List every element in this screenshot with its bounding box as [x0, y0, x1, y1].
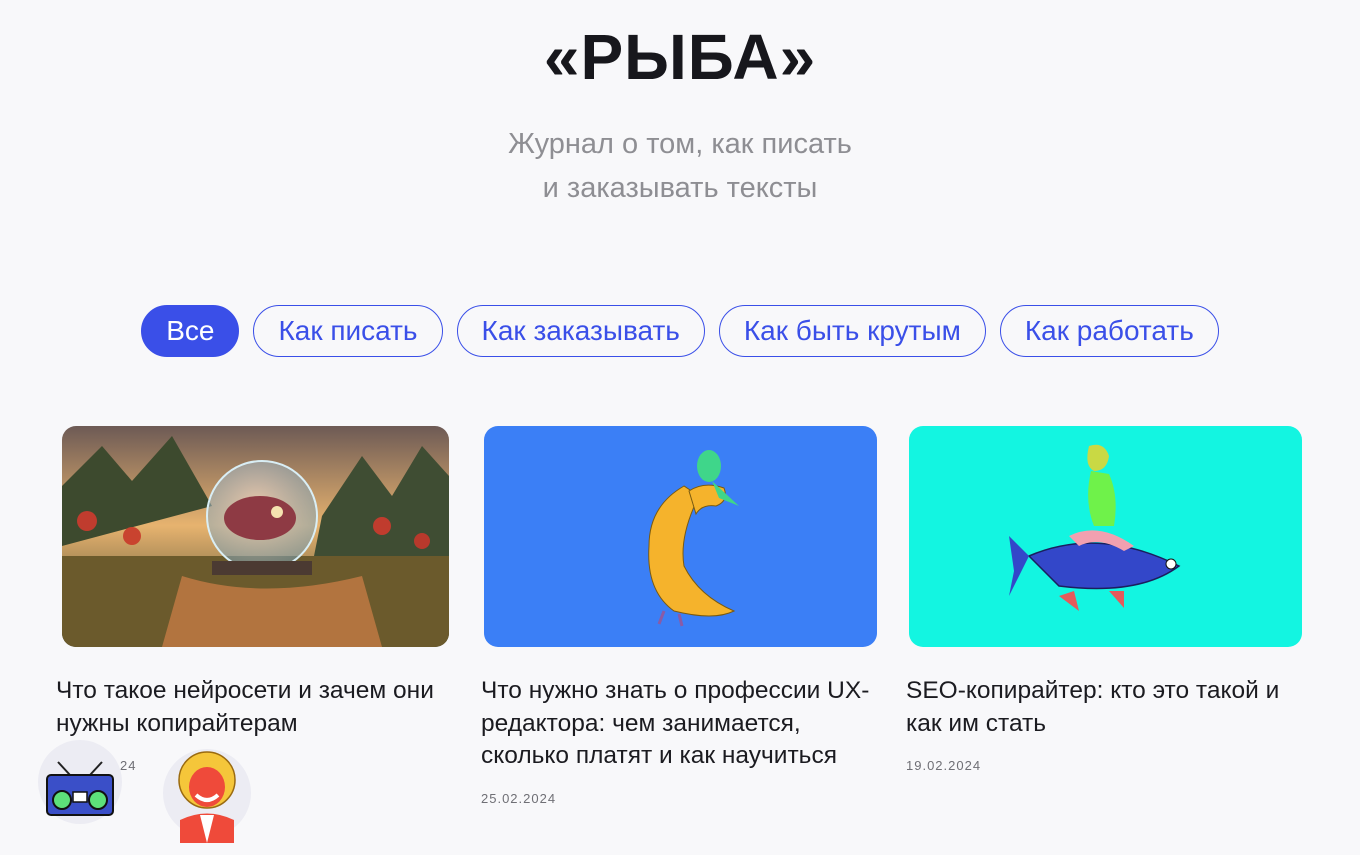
boombox-sticker-icon[interactable] — [30, 740, 130, 830]
subtitle-line-2: и заказывать тексты — [542, 172, 818, 204]
article-image-diver-fish[interactable] — [909, 426, 1302, 647]
article-card[interactable]: Что такое нейросети и зачем они нужны ко… — [56, 426, 451, 773]
article-card[interactable]: SEO-копирайтер: кто это такой и как им с… — [906, 426, 1306, 773]
page-subtitle: Журнал о том, как писать и заказывать те… — [0, 122, 1360, 210]
article-title[interactable]: SEO-копирайтер: кто это такой и как им с… — [906, 675, 1306, 740]
article-date: 19.02.2024 — [906, 758, 982, 773]
filter-how-to-order[interactable]: Как заказывать — [456, 305, 705, 357]
laughing-woman-sticker-icon[interactable] — [160, 745, 255, 850]
subtitle-line-1: Журнал о том, как писать — [508, 128, 852, 160]
page-title: «РЫБА» — [543, 21, 817, 93]
filter-all[interactable]: Все — [141, 305, 240, 357]
article-image-fantasy-fish[interactable] — [62, 426, 449, 647]
article-title[interactable]: Что такое нейросети и зачем они нужны ко… — [56, 675, 451, 740]
article-date: 25.02.2024 — [481, 790, 557, 806]
filter-how-to-be-cool[interactable]: Как быть крутым — [718, 305, 986, 357]
filter-how-to-write[interactable]: Как писать — [253, 305, 443, 357]
article-image-yellow-bird[interactable] — [484, 426, 877, 647]
article-card[interactable]: Что нужно знать о профессии UX-редактора… — [481, 426, 881, 806]
article-title[interactable]: Что нужно знать о профессии UX-редактора… — [481, 675, 881, 773]
category-filter-bar: Все Как писать Как заказывать Как быть к… — [0, 305, 1360, 357]
filter-how-to-work[interactable]: Как работать — [999, 305, 1219, 357]
